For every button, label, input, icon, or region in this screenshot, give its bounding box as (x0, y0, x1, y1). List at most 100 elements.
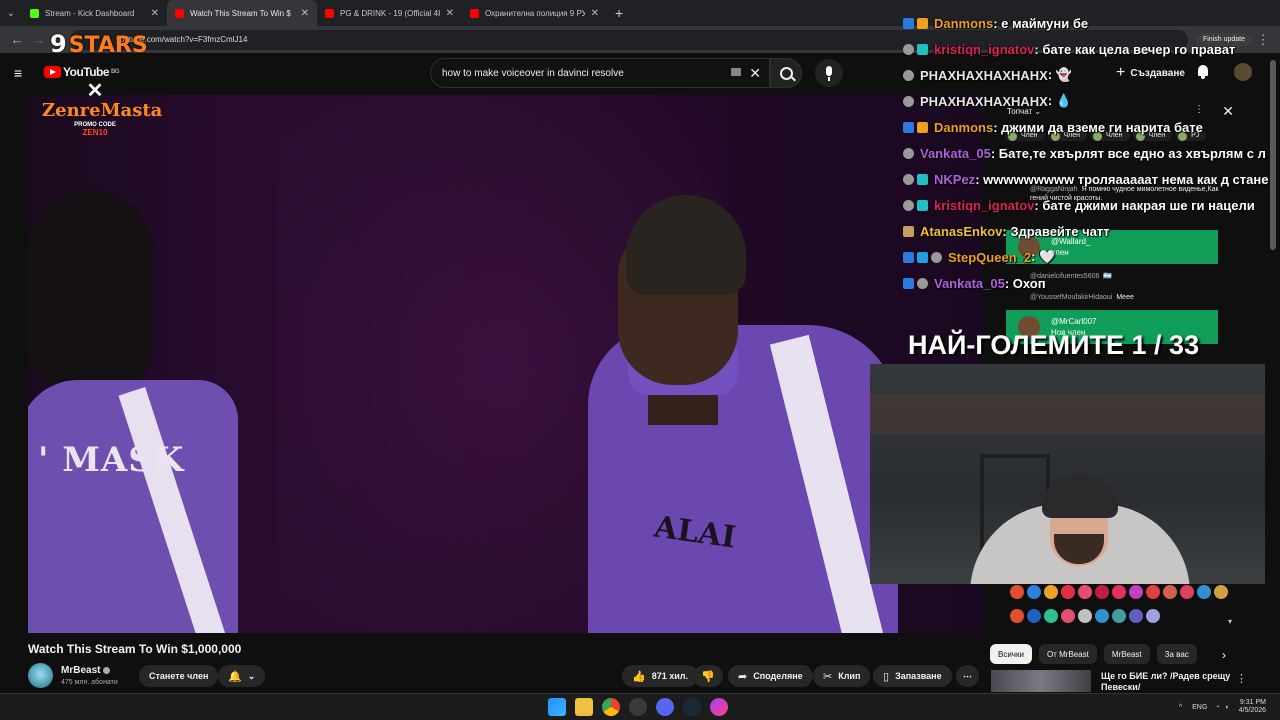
chip-mrbeast[interactable]: MrBeast (1103, 644, 1150, 664)
emote-icon[interactable] (1078, 609, 1092, 623)
chip-for-you[interactable]: За вас (1156, 644, 1197, 664)
save-button[interactable]: ▯ Запазване (873, 665, 952, 687)
x-logo-icon: ✕ (86, 80, 104, 102)
windows-start-icon[interactable] (548, 698, 566, 716)
bell-icon: 🔔 (228, 670, 242, 683)
emote-icon[interactable] (1214, 585, 1228, 599)
dislike-button[interactable]: 👎 (693, 665, 723, 687)
stream-overlay-title: НАЙ-ГОЛЕМИТЕ 1 / 33 (908, 330, 1200, 360)
smile-badge-icon (903, 199, 914, 211)
stars-text: STARS (68, 33, 148, 58)
new-tab-button[interactable]: + (607, 5, 631, 21)
clip-button[interactable]: ✂ Клип (813, 665, 871, 687)
share-arrow-icon: ➦ (738, 670, 748, 683)
keyboard-icon[interactable] (731, 68, 741, 76)
back-arrow-icon[interactable]: ← (6, 32, 28, 47)
clear-search-icon[interactable]: ✕ (749, 65, 761, 82)
smile-badge-icon (903, 95, 914, 107)
emote-icon[interactable] (1010, 609, 1024, 623)
youtube-logo-text: YouTube (63, 65, 110, 79)
clock[interactable]: 9:31 PM 4/5/2026 (1239, 699, 1266, 715)
tab-title: Watch This Stream To Win $ (190, 8, 291, 18)
join-label: Станете член (149, 671, 209, 681)
emote-icon[interactable] (1010, 585, 1024, 599)
member-user: @MrCarl007 (1051, 317, 1097, 326)
steam-icon[interactable] (683, 698, 701, 716)
share-button[interactable]: ➦ Споделяне (728, 665, 813, 687)
emote-icon[interactable] (1146, 609, 1160, 623)
close-tab-icon[interactable]: ✕ (151, 8, 159, 19)
page-scrollbar[interactable] (1270, 60, 1276, 250)
emote-icon[interactable] (1095, 609, 1109, 623)
chat-user: kristiqn_ignatov (934, 197, 1035, 213)
tray-chevron-icon[interactable]: ^ (1179, 704, 1182, 711)
channel-name[interactable]: MrBeast (61, 665, 111, 676)
chip-from-mrbeast[interactable]: От MrBeast (1038, 644, 1097, 664)
gift-badge-icon (917, 251, 928, 263)
emote-icon[interactable] (1044, 609, 1058, 623)
language-indicator[interactable]: ENG (1192, 704, 1207, 711)
thumbs-down-icon: 👎 (701, 670, 715, 683)
emote-icon[interactable] (1027, 609, 1041, 623)
join-button[interactable]: Станете член (139, 665, 219, 687)
wifi-icon[interactable]: ◔ (1215, 704, 1219, 711)
emote-icon[interactable] (1095, 585, 1109, 599)
channel-avatar[interactable] (28, 663, 53, 688)
search-input[interactable]: how to make voiceover in davinci resolve… (430, 58, 770, 88)
discord-icon[interactable] (656, 698, 674, 716)
chrome-icon[interactable] (602, 698, 620, 716)
streamer-webcam (870, 364, 1265, 584)
recommended-thumbnail[interactable] (991, 670, 1091, 692)
messenger-icon[interactable] (710, 698, 728, 716)
youtube-logo[interactable]: YouTube BG (44, 65, 120, 79)
emote-icon[interactable] (1112, 585, 1126, 599)
obs-icon[interactable] (629, 698, 647, 716)
chat-message: AtanasEnkov: Здравейте чатт (903, 218, 1280, 244)
tab-youtube-active[interactable]: Watch This Stream To Win $ ✕ (167, 0, 317, 26)
volume-icon[interactable]: ◖ (1225, 704, 1229, 711)
tab-police[interactable]: Охранителна полиция 9 РУ | Г ✕ (462, 0, 607, 26)
chat-text: : 💧 (1047, 93, 1072, 108)
recommended-menu-icon[interactable]: ⋮ (1236, 672, 1247, 685)
like-button[interactable]: 👍 871 хил. (622, 665, 698, 687)
file-explorer-icon[interactable] (575, 698, 593, 716)
chat-text: : 👻 (1047, 67, 1072, 82)
emote-icon[interactable] (1129, 609, 1143, 623)
emote-icon[interactable] (1044, 585, 1058, 599)
forward-arrow-icon[interactable]: → (28, 32, 50, 47)
subscribed-bell-button[interactable]: 🔔 ⌄ (218, 665, 266, 687)
emote-icon[interactable] (1129, 585, 1143, 599)
emote-icon[interactable] (1197, 585, 1211, 599)
voice-search-icon[interactable] (815, 59, 843, 87)
video-title: Watch This Stream To Win $1,000,000 (28, 642, 242, 656)
emote-icon[interactable] (1061, 585, 1075, 599)
tier-badge-icon (917, 199, 928, 211)
recommended-title[interactable]: Ще го БИЕ ли? /Радев срещу Певески/ (1101, 671, 1231, 693)
tab-kick-dashboard[interactable]: Stream - Kick Dashboard ✕ (22, 0, 167, 26)
emote-icon[interactable] (1163, 585, 1177, 599)
tab-search-chevron-icon[interactable]: ⌄ (0, 8, 22, 19)
like-count: 871 хил. (651, 671, 688, 681)
emote-icon[interactable] (1112, 609, 1126, 623)
kick-favicon-icon (30, 8, 39, 18)
emote-icon[interactable] (1078, 585, 1092, 599)
close-tab-icon[interactable]: ✕ (446, 8, 454, 19)
chevron-right-icon[interactable]: › (1222, 648, 1226, 662)
close-tab-icon[interactable]: ✕ (301, 8, 309, 19)
emote-icon[interactable] (1180, 585, 1194, 599)
close-tab-icon[interactable]: ✕ (591, 8, 599, 19)
hamburger-menu-icon[interactable]: ≡ (14, 65, 22, 81)
emote-scroll-down-icon[interactable]: ▾ (1228, 617, 1232, 626)
chat-text: : е маймуни бе (993, 15, 1089, 31)
taskbar-apps (548, 698, 737, 716)
chat-user: Danmons (934, 15, 994, 31)
video-player[interactable]: ' MASK ALAI (28, 95, 982, 633)
more-actions-button[interactable]: ⋯ (956, 665, 979, 687)
emote-icon[interactable] (1146, 585, 1160, 599)
search-button[interactable] (770, 58, 802, 88)
emote-icon[interactable] (1061, 609, 1075, 623)
emote-icon[interactable] (1027, 585, 1041, 599)
chip-all[interactable]: Всички (990, 644, 1032, 664)
chat-user: kristiqn_ignatov (934, 41, 1035, 57)
tab-pg-drink[interactable]: PG & DRINK - 19 (Official 4K V ✕ (317, 0, 462, 26)
